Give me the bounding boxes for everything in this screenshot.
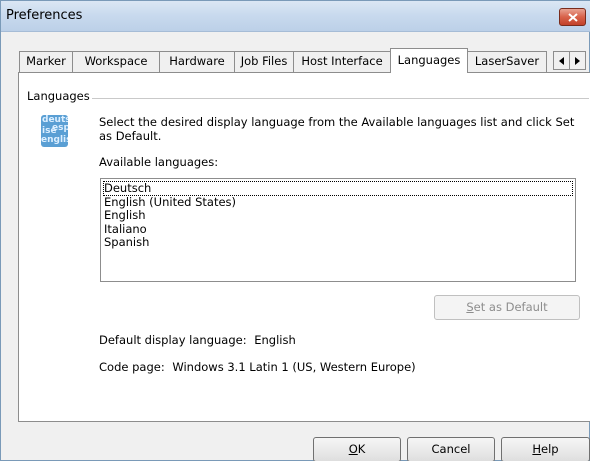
tab-lasersaver[interactable]: LaserSaver [467, 51, 547, 72]
tab-host-interface[interactable]: Host Interface [293, 51, 391, 72]
close-icon [568, 13, 578, 22]
default-language-line: Default display language: English [99, 333, 296, 347]
preferences-dialog: Preferences Marker Workspace Hardware Jo… [0, 0, 590, 461]
arrow-left-icon [559, 57, 564, 65]
list-item[interactable]: Deutsch [103, 181, 573, 196]
close-button[interactable] [559, 8, 586, 26]
cancel-button[interactable]: Cancel [407, 437, 495, 461]
list-item[interactable]: English [104, 209, 146, 222]
code-page-line: Code page: Windows 3.1 Latin 1 (US, West… [99, 360, 416, 374]
available-languages-label: Available languages: [99, 155, 219, 169]
languages-tab-panel: Languages deuts esp ise englis Select th… [18, 72, 590, 422]
instructions-text: Select the desired display language from… [99, 115, 575, 143]
default-language-label: Default display language: [99, 333, 247, 347]
window-title: Preferences [6, 8, 83, 23]
help-button[interactable]: Help [501, 437, 590, 461]
tab-job-files[interactable]: Job Files [234, 51, 294, 72]
tab-hardware[interactable]: Hardware [159, 51, 235, 72]
title-bar[interactable]: Preferences [1, 1, 590, 32]
default-language-value: English [254, 333, 296, 347]
tab-scroll-left-button[interactable] [553, 51, 570, 70]
tab-languages[interactable]: Languages [390, 48, 468, 73]
ok-button[interactable]: OK [313, 437, 401, 461]
list-item[interactable]: Spanish [104, 236, 149, 249]
arrow-right-icon [575, 57, 580, 65]
tab-marker[interactable]: Marker [19, 51, 73, 72]
code-page-value: Windows 3.1 Latin 1 (US, Western Europe) [172, 360, 416, 374]
available-languages-list[interactable]: Deutsch English (United States) English … [100, 178, 576, 282]
group-label: Languages [25, 89, 92, 103]
set-as-default-button[interactable]: Set as Default [434, 295, 580, 320]
languages-icon: deuts esp ise englis [41, 115, 68, 147]
tab-workspace[interactable]: Workspace [72, 51, 160, 72]
tab-scroll-right-button[interactable] [569, 51, 586, 70]
code-page-label: Code page: [99, 360, 165, 374]
